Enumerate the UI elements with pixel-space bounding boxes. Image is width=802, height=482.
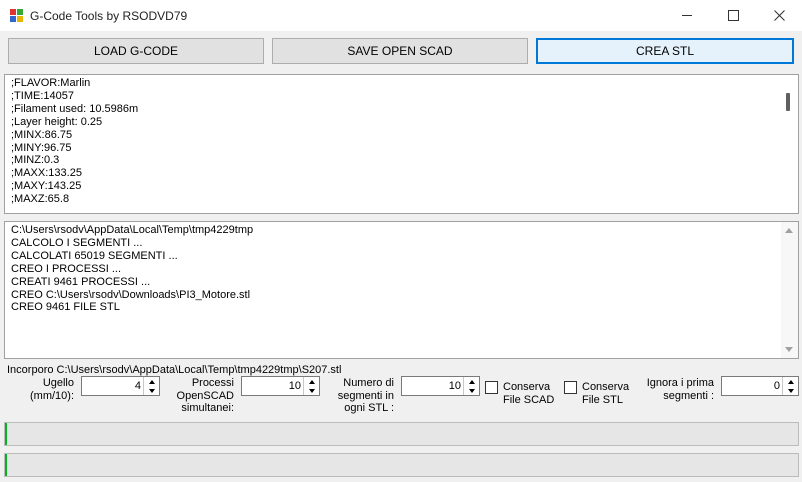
log-line: C:\Users\rsodv\AppData\Local\Temp\tmp422… <box>11 224 254 236</box>
minimize-icon <box>682 15 692 16</box>
gcode-line: ;MINZ:0.3 <box>11 154 60 167</box>
progress-bar-2 <box>4 453 799 477</box>
conserva-stl-checkbox[interactable] <box>564 381 577 394</box>
conserva-scad-label[interactable]: Conserva File SCAD <box>503 381 554 406</box>
ignora-value: 0 <box>773 380 780 392</box>
log-line: CREATI 9461 PROCESSI ... <box>11 275 151 288</box>
gcode-scroll-thumb[interactable] <box>786 93 790 111</box>
processi-spinner[interactable]: 10 <box>241 376 320 396</box>
minimize-button[interactable] <box>664 0 710 31</box>
load-gcode-button[interactable]: LOAD G-CODE <box>8 38 264 64</box>
log-line: CREO I PROCESSI ... <box>11 262 122 275</box>
progress-bar-1 <box>4 422 799 446</box>
title-bar: G-Code Tools by RSODVD79 <box>0 0 802 31</box>
ignora-up-icon[interactable] <box>783 377 798 386</box>
gcode-line: ;FLAVOR:Marlin <box>11 77 91 89</box>
progress-bar-2-fill <box>5 454 7 476</box>
scroll-up-icon[interactable] <box>785 228 793 233</box>
processi-down-icon[interactable] <box>304 386 319 395</box>
processi-label: Processi OpenSCAD simultanei: <box>176 377 234 414</box>
scroll-down-icon[interactable] <box>785 347 793 352</box>
gcode-line: ;Layer height: 0.25 <box>11 115 103 128</box>
segmenti-down-icon[interactable] <box>464 386 479 395</box>
segmenti-value: 10 <box>448 380 461 392</box>
gcode-line: ;TIME:14057 <box>11 89 74 102</box>
progress-bar-1-fill <box>5 423 7 445</box>
maximize-button[interactable] <box>710 0 756 31</box>
status-text: Incorporo C:\Users\rsodv\AppData\Local\T… <box>7 364 342 376</box>
log-line: CREO C:\Users\rsodv\Downloads\PI3_Motore… <box>11 288 251 301</box>
ignora-down-icon[interactable] <box>783 386 798 395</box>
gcode-line: ;MINY:96.75 <box>11 141 72 154</box>
gcode-line: ;MAXZ:65.8 <box>11 193 70 206</box>
processi-value: 10 <box>288 380 301 392</box>
gcode-scrollbar[interactable] <box>781 75 798 213</box>
log-lines: C:\Users\rsodv\AppData\Local\Temp\tmp422… <box>11 224 778 314</box>
app-icon <box>10 9 24 23</box>
conserva-stl-label[interactable]: Conserva File STL <box>582 381 629 406</box>
maximize-icon <box>727 10 739 21</box>
save-openscad-button[interactable]: SAVE OPEN SCAD <box>272 38 528 64</box>
gcode-lines: ;FLAVOR:Marlin ;TIME:14057 ;Filament used:… <box>11 77 778 206</box>
window-title: G-Code Tools by RSODVD79 <box>30 9 188 23</box>
log-line: CALCOLO I SEGMENTI ... <box>11 236 143 249</box>
ugello-spinner[interactable]: 4 <box>81 376 160 396</box>
segmenti-up-icon[interactable] <box>464 377 479 386</box>
gcode-line: ;MAXX:133.25 <box>11 167 82 180</box>
segmenti-label: Numero di segmenti in ogni STL : <box>337 377 394 414</box>
segmenti-spinner[interactable]: 10 <box>401 376 480 396</box>
gcode-textarea[interactable]: ;FLAVOR:Marlin ;TIME:14057 ;Filament used:… <box>4 74 799 214</box>
ignora-spinner[interactable]: 0 <box>721 376 799 396</box>
ignora-label: Ignora i prima segmenti : <box>646 377 714 402</box>
log-textarea[interactable]: C:\Users\rsodv\AppData\Local\Temp\tmp422… <box>4 221 799 359</box>
gcode-line: ;Filament used: 10.5986m <box>11 102 139 115</box>
ugello-down-icon[interactable] <box>144 386 159 395</box>
ugello-label: Ugello (mm/10): <box>30 377 74 402</box>
log-line: CREO 9461 FILE STL <box>11 301 120 314</box>
processi-up-icon[interactable] <box>304 377 319 386</box>
close-icon <box>773 10 785 21</box>
conserva-scad-checkbox[interactable] <box>485 381 498 394</box>
ugello-up-icon[interactable] <box>144 377 159 386</box>
log-line: CALCOLATI 65019 SEGMENTI ... <box>11 249 178 262</box>
ugello-value: 4 <box>134 380 141 392</box>
gcode-line: ;MINX:86.75 <box>11 128 73 141</box>
crea-stl-button[interactable]: CREA STL <box>536 38 794 64</box>
log-scrollbar[interactable] <box>781 222 798 358</box>
close-button[interactable] <box>756 0 802 31</box>
gcode-line: ;MAXY:143.25 <box>11 180 82 193</box>
